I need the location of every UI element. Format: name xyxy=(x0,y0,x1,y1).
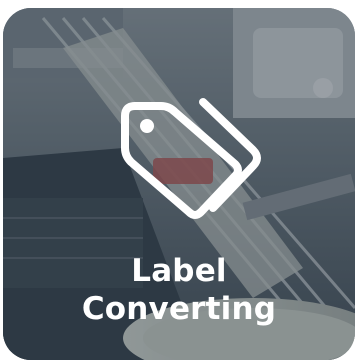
label-converting-tile[interactable]: Label Converting xyxy=(3,8,355,360)
tag-icon xyxy=(121,98,261,219)
title-line-1: Label xyxy=(131,253,227,289)
title-line-2: Converting xyxy=(81,291,277,327)
